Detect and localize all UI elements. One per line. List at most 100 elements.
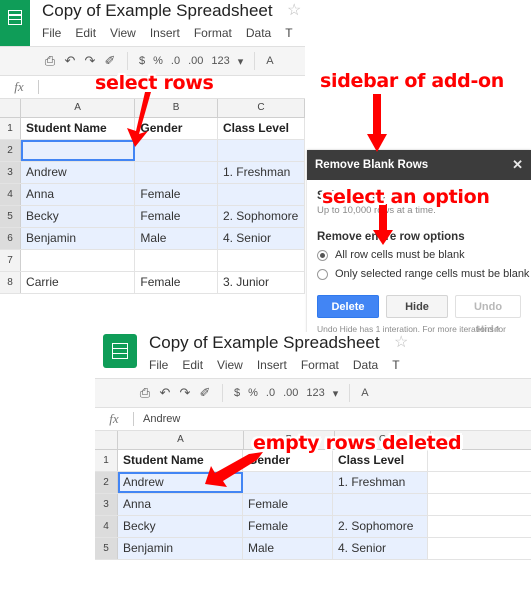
undo-hide-button[interactable]: Undo Hide xyxy=(455,295,521,336)
table-row[interactable]: 8 Carrie Female 3. Junior xyxy=(0,272,305,294)
undo-icon[interactable]: ↶ xyxy=(155,385,175,401)
table-row[interactable]: 4 Becky Female 2. Sophomore xyxy=(95,516,531,538)
menu-item-t[interactable]: T xyxy=(392,357,399,374)
percent-format-button[interactable]: % xyxy=(149,55,167,67)
grid-cell[interactable] xyxy=(135,250,218,271)
table-row[interactable]: 3 Anna Female xyxy=(95,494,531,516)
menu-item-file[interactable]: File xyxy=(42,25,61,42)
column-header-A[interactable]: A xyxy=(118,431,244,449)
grid-cell[interactable]: 1. Freshman xyxy=(217,162,305,183)
grid-cell[interactable] xyxy=(218,250,305,271)
grid-cell[interactable]: Class Level xyxy=(218,118,305,139)
delete-button[interactable]: Delete xyxy=(317,295,379,318)
radio-option-selected-range[interactable]: Only selected range cells must be blank xyxy=(317,266,529,283)
currency-format-button[interactable]: $ xyxy=(230,387,244,399)
menu-item-data[interactable]: Data xyxy=(353,357,378,374)
grid-cell[interactable]: Female xyxy=(243,516,333,537)
menu-item-edit[interactable]: Edit xyxy=(75,25,96,42)
row-header-8[interactable]: 8 xyxy=(0,272,22,293)
grid-cell[interactable] xyxy=(135,162,218,183)
grid-cell[interactable]: Female xyxy=(135,206,218,227)
grid-cell[interactable]: Male xyxy=(135,228,218,249)
undo-icon[interactable]: ↶ xyxy=(60,53,80,69)
hide-button[interactable]: Hide xyxy=(386,295,448,318)
font-button[interactable]: A xyxy=(262,55,277,67)
table-row[interactable]: 5 Benjamin Male 4. Senior xyxy=(95,538,531,560)
grid-cell[interactable]: 4. Senior xyxy=(333,538,428,559)
table-row[interactable]: 6 Benjamin Male 4. Senior xyxy=(0,228,305,250)
chevron-down-icon[interactable]: ▾ xyxy=(329,387,343,400)
grid-cell[interactable]: Male xyxy=(243,538,333,559)
row-header-3[interactable]: 3 xyxy=(95,494,118,515)
grid-cell[interactable]: Female xyxy=(135,272,218,293)
number-format-button[interactable]: 123 xyxy=(207,55,233,67)
font-button[interactable]: A xyxy=(357,387,372,399)
grid-cell[interactable]: Andrew xyxy=(21,162,136,183)
row-header-2[interactable]: 2 xyxy=(0,140,22,161)
radio-icon[interactable] xyxy=(317,269,328,280)
grid-cell[interactable]: 2. Sophomore xyxy=(217,206,305,227)
redo-icon[interactable]: ↷ xyxy=(175,385,195,401)
grid-cell[interactable]: Benjamin xyxy=(118,538,243,559)
grid-cell[interactable]: 1. Freshman xyxy=(333,472,428,493)
chevron-down-icon[interactable]: ▾ xyxy=(234,55,248,68)
row-header-1[interactable]: 1 xyxy=(0,118,22,139)
document-title[interactable]: Copy of Example Spreadsheet xyxy=(149,332,380,354)
row-header-4[interactable]: 4 xyxy=(0,184,22,205)
row-header-4[interactable]: 4 xyxy=(95,516,118,537)
menu-item-data[interactable]: Data xyxy=(246,25,271,42)
menu-item-view[interactable]: View xyxy=(217,357,243,374)
grid-cell[interactable]: Anna xyxy=(118,494,243,515)
percent-format-button[interactable]: % xyxy=(244,387,262,399)
paint-format-icon[interactable]: ✐ xyxy=(195,385,215,401)
select-all-corner[interactable] xyxy=(0,99,21,117)
grid-cell[interactable]: 2. Sophomore xyxy=(333,516,428,537)
redo-icon[interactable]: ↷ xyxy=(80,53,100,69)
radio-option-all-blank[interactable]: All row cells must be blank xyxy=(317,247,521,264)
grid-cell[interactable] xyxy=(217,184,305,205)
row-header-6[interactable]: 6 xyxy=(0,228,22,249)
grid-cell[interactable] xyxy=(217,140,305,161)
star-icon[interactable]: ☆ xyxy=(287,0,301,22)
row-header-5[interactable]: 5 xyxy=(95,538,118,559)
formula-input[interactable]: Andrew xyxy=(134,413,180,425)
currency-format-button[interactable]: $ xyxy=(135,55,149,67)
grid-cell[interactable]: Benjamin xyxy=(21,228,136,249)
print-icon[interactable]: ⎙ xyxy=(40,53,60,69)
grid-cell[interactable]: Becky xyxy=(21,206,136,227)
paint-format-icon[interactable]: ✐ xyxy=(100,53,120,69)
menu-item-file[interactable]: File xyxy=(149,357,168,374)
menu-item-view[interactable]: View xyxy=(110,25,136,42)
grid-cell[interactable]: 4. Senior xyxy=(217,228,305,249)
row-header-2[interactable]: 2 xyxy=(95,472,118,493)
menu-item-insert[interactable]: Insert xyxy=(257,357,287,374)
grid-cell[interactable]: Carrie xyxy=(21,272,136,293)
grid-cell[interactable]: 3. Junior xyxy=(218,272,305,293)
decrease-decimal-button[interactable]: .0 xyxy=(167,55,184,67)
star-icon[interactable]: ☆ xyxy=(394,332,408,354)
row-header-3[interactable]: 3 xyxy=(0,162,22,183)
grid-cell[interactable]: Anna xyxy=(21,184,136,205)
menu-item-edit[interactable]: Edit xyxy=(182,357,203,374)
table-row[interactable]: 7 xyxy=(0,250,305,272)
number-format-button[interactable]: 123 xyxy=(302,387,328,399)
document-title[interactable]: Copy of Example Spreadsheet xyxy=(42,0,273,22)
increase-decimal-button[interactable]: .00 xyxy=(279,387,302,399)
print-icon[interactable]: ⎙ xyxy=(135,385,155,401)
row-header-1[interactable]: 1 xyxy=(95,450,118,471)
column-header-C[interactable]: C xyxy=(218,99,305,117)
grid-cell[interactable]: Female xyxy=(135,184,218,205)
menu-item-format[interactable]: Format xyxy=(301,357,339,374)
decrease-decimal-button[interactable]: .0 xyxy=(262,387,279,399)
menu-item-format[interactable]: Format xyxy=(194,25,232,42)
table-row[interactable]: 5 Becky Female 2. Sophomore xyxy=(0,206,305,228)
select-all-corner[interactable] xyxy=(95,431,118,449)
close-icon[interactable]: ✕ xyxy=(512,157,523,173)
grid-cell[interactable] xyxy=(21,250,136,271)
grid-cell[interactable]: Female xyxy=(243,494,333,515)
table-row[interactable]: 3 Andrew 1. Freshman xyxy=(0,162,305,184)
menu-item-t[interactable]: T xyxy=(285,25,292,42)
menu-item-insert[interactable]: Insert xyxy=(150,25,180,42)
grid-cell[interactable]: Becky xyxy=(118,516,243,537)
increase-decimal-button[interactable]: .00 xyxy=(184,55,207,67)
